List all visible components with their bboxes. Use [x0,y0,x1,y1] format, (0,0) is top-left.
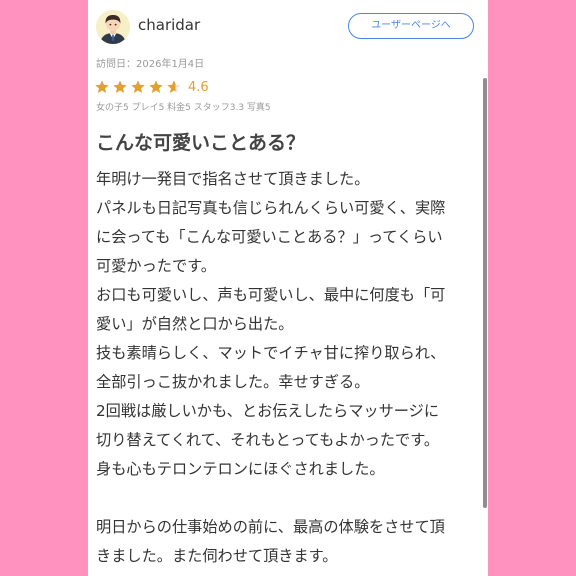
star-rating [94,79,184,95]
review-title: こんな可愛いことある？ [96,132,306,154]
star-icon [112,79,130,95]
user-avatar-icon[interactable] [96,10,130,44]
username[interactable]: charidar [138,16,200,34]
user-page-button[interactable]: ユーザーページへ [348,13,474,39]
review-header: charidar ユーザーページへ [88,0,488,52]
review-line: パネルも日記写真も信じられんくらい可愛く、実際 [96,199,446,217]
star-icon [130,79,148,95]
review-line [96,487,480,516]
review-line: 2回戦は厳しいかも、とお伝えしたらマッサージに [96,402,440,420]
scrollbar-thumb[interactable] [483,78,487,508]
review-line: きました。また伺わせて頂きます。 [96,547,338,565]
review-line: に会っても「こんな可愛いことある？」ってくらい [96,228,443,246]
review-line: お口も可愛いし、声も可愛いし、最中に何度も「可 [96,286,446,304]
review-line: 明日からの仕事始めの前に、最高の体験をさせて頂 [96,518,445,536]
review-line: 身も心もテロンテロンにほぐされました。 [96,460,385,478]
review-line: 全部引っこ抜かれました。幸せすぎる。 [96,373,370,391]
review-line: 可愛かったです。 [96,257,216,275]
sub-ratings: 女の子5 プレイ5 料金5 スタッフ3.3 写真5 [96,103,271,113]
rating-row: 4.6 [94,77,209,97]
review-line: 愛い」が自然と口から出た。 [96,315,294,333]
star-icon [148,79,166,95]
review-line: 技も素晴らしく、マットでイチャ甘に搾り取られ、 [96,344,446,362]
star-icon [94,79,112,95]
review-line: 切り替えてくれて、それもとってもよかったです。 [96,431,440,449]
review-card: charidar ユーザーページへ 訪問日：2026年1月4日 4.6 女の子5… [88,0,488,576]
review-body: 年明け一発目で指名させて頂きました。パネルも日記写真も信じられんくらい可愛く、実… [96,168,480,574]
star-icon [166,79,184,95]
rating-value: 4.6 [188,79,209,95]
review-line: 年明け一発目で指名させて頂きました。 [96,170,370,188]
visit-date: 訪問日：2026年1月4日 [96,59,205,70]
